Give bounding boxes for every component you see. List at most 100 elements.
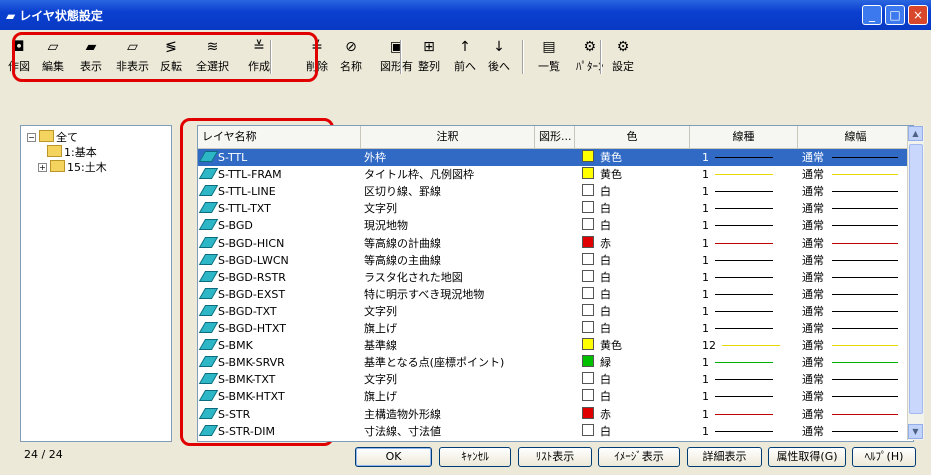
cell-linewidth[interactable]: 通常 bbox=[802, 337, 912, 354]
column-header-name[interactable]: レイヤ名称 bbox=[198, 126, 361, 148]
cell-linewidth[interactable]: 通常 bbox=[802, 166, 912, 183]
table-row[interactable]: S-TTL-LINE 区切り線、罫線 白 1 通常 bbox=[198, 183, 913, 200]
cell-linewidth[interactable]: 通常 bbox=[802, 235, 912, 252]
table-row[interactable]: S-BMK-HTXT 旗上げ 白 1 通常 bbox=[198, 388, 913, 405]
maximize-button[interactable]: □ bbox=[885, 5, 905, 25]
cell-linetype[interactable]: 1 bbox=[702, 354, 796, 371]
cell-color[interactable]: 白 bbox=[582, 252, 687, 269]
cancel-button[interactable]: ｷｬﾝｾﾙ bbox=[439, 447, 511, 467]
table-row[interactable]: S-BGD 現況地物 白 1 通常 bbox=[198, 217, 913, 234]
close-button[interactable]: × bbox=[908, 5, 928, 25]
column-header-linetype[interactable]: 線種 bbox=[690, 126, 798, 148]
table-row[interactable]: S-TTL-TXT 文字列 白 1 通常 bbox=[198, 200, 913, 217]
column-header-color[interactable]: 色 bbox=[575, 126, 690, 148]
cell-linewidth[interactable]: 通常 bbox=[802, 354, 912, 371]
image-view-button[interactable]: ｲﾒｰｼﾞ表示 bbox=[598, 447, 680, 467]
cell-color[interactable]: 白 bbox=[582, 388, 687, 405]
cell-linetype[interactable]: 1 bbox=[702, 235, 796, 252]
cell-linetype[interactable]: 1 bbox=[702, 371, 796, 388]
table-row[interactable]: S-BGD-LWCN 等高線の主曲線 白 1 通常 bbox=[198, 252, 913, 269]
tool-name[interactable]: ⊘ 名称 bbox=[340, 38, 362, 74]
tool-back[interactable]: ↓ 後へ bbox=[488, 38, 510, 74]
cell-color[interactable]: 白 bbox=[582, 303, 687, 320]
cell-color[interactable]: 黄色 bbox=[582, 337, 687, 354]
cell-linewidth[interactable]: 通常 bbox=[802, 269, 912, 286]
tool-settings[interactable]: ⚙ 設定 bbox=[612, 38, 634, 74]
cell-linewidth[interactable]: 通常 bbox=[802, 423, 912, 440]
help-button[interactable]: ﾍﾙﾌﾟ(H) bbox=[852, 447, 916, 467]
scroll-up-button[interactable]: ▲ bbox=[908, 126, 923, 141]
list-view-button[interactable]: ﾘｽﾄ表示 bbox=[518, 447, 592, 467]
tool-sort[interactable]: ⊞ 整列 bbox=[418, 38, 440, 74]
cell-linewidth[interactable]: 通常 bbox=[802, 320, 912, 337]
cell-linetype[interactable]: 1 bbox=[702, 286, 796, 303]
cell-linetype[interactable]: 1 bbox=[702, 388, 796, 405]
column-header-note[interactable]: 注釈 bbox=[361, 126, 535, 148]
tree-item-civil[interactable]: +15:土木 bbox=[38, 159, 107, 175]
ok-button[interactable]: OK bbox=[355, 447, 432, 467]
detail-view-button[interactable]: 詳細表示 bbox=[687, 447, 762, 467]
table-row[interactable]: S-BGD-HICN 等高線の計曲線 赤 1 通常 bbox=[198, 235, 913, 252]
cell-color[interactable]: 白 bbox=[582, 217, 687, 234]
cell-color[interactable]: 赤 bbox=[582, 235, 687, 252]
cell-linewidth[interactable]: 通常 bbox=[802, 217, 912, 234]
cell-linetype[interactable]: 1 bbox=[702, 149, 796, 166]
cell-linewidth[interactable]: 通常 bbox=[802, 252, 912, 269]
table-row[interactable]: S-BGD-EXST 特に明示すべき現況地物 白 1 通常 bbox=[198, 286, 913, 303]
cell-color[interactable]: 緑 bbox=[582, 354, 687, 371]
cell-linewidth[interactable]: 通常 bbox=[802, 303, 912, 320]
cell-color[interactable]: 黄色 bbox=[582, 166, 687, 183]
table-row[interactable]: S-BGD-TXT 文字列 白 1 通常 bbox=[198, 303, 913, 320]
cell-linewidth[interactable]: 通常 bbox=[802, 183, 912, 200]
cell-color[interactable]: 白 bbox=[582, 423, 687, 440]
cell-color[interactable]: 白 bbox=[582, 200, 687, 217]
table-row[interactable]: S-TTL-FRAM タイトル枠、凡例図枠 黄色 1 通常 bbox=[198, 166, 913, 183]
expand-icon[interactable]: + bbox=[38, 163, 47, 172]
table-row[interactable]: S-BGD-HTXT 旗上げ 白 1 通常 bbox=[198, 320, 913, 337]
cell-linetype[interactable]: 1 bbox=[702, 217, 796, 234]
minimize-button[interactable]: _ bbox=[862, 5, 882, 25]
table-row[interactable]: S-BMK 基準線 黄色 12 通常 bbox=[198, 337, 913, 354]
table-row[interactable]: S-STR-DIM 寸法線、寸法値 白 1 通常 bbox=[198, 423, 913, 440]
tool-forward[interactable]: ↑ 前へ bbox=[454, 38, 476, 74]
cell-linetype[interactable]: 1 bbox=[702, 423, 796, 440]
cell-color[interactable]: 白 bbox=[582, 183, 687, 200]
cell-linetype[interactable]: 1 bbox=[702, 200, 796, 217]
cell-linetype[interactable]: 1 bbox=[702, 183, 796, 200]
cell-linetype[interactable]: 12 bbox=[702, 337, 796, 354]
cell-linewidth[interactable]: 通常 bbox=[802, 406, 912, 423]
cell-linewidth[interactable]: 通常 bbox=[802, 388, 912, 405]
cell-linetype[interactable]: 1 bbox=[702, 320, 796, 337]
table-row[interactable]: S-BMK-SRVR 基準となる点(座標ポイント) 緑 1 通常 bbox=[198, 354, 913, 371]
cell-linetype[interactable]: 1 bbox=[702, 166, 796, 183]
collapse-icon[interactable]: − bbox=[27, 133, 36, 142]
scroll-thumb[interactable] bbox=[909, 144, 923, 414]
table-row[interactable]: S-STR 主構造物外形線 赤 1 通常 bbox=[198, 406, 913, 423]
cell-color[interactable]: 白 bbox=[582, 371, 687, 388]
cell-color[interactable]: 白 bbox=[582, 269, 687, 286]
cell-color[interactable]: 白 bbox=[582, 286, 687, 303]
get-attributes-button[interactable]: 属性取得(G) bbox=[768, 447, 846, 467]
cell-color[interactable]: 黄色 bbox=[582, 149, 687, 166]
cell-color[interactable]: 赤 bbox=[582, 406, 687, 423]
scroll-down-button[interactable]: ▼ bbox=[908, 424, 923, 439]
cell-linewidth[interactable]: 通常 bbox=[802, 371, 912, 388]
cell-color[interactable]: 白 bbox=[582, 320, 687, 337]
column-header-figure[interactable]: 図形... bbox=[535, 126, 575, 148]
tool-list[interactable]: ▤ 一覧 bbox=[538, 38, 560, 74]
cell-linetype[interactable]: 1 bbox=[702, 406, 796, 423]
cell-linewidth[interactable]: 通常 bbox=[802, 200, 912, 217]
cell-linetype[interactable]: 1 bbox=[702, 303, 796, 320]
table-vertical-scrollbar[interactable]: ▲ ▼ bbox=[907, 126, 924, 440]
tree-item-basic[interactable]: 1:基本 bbox=[47, 144, 97, 160]
table-row[interactable]: S-TTL 外枠 黄色 1 通常 bbox=[198, 149, 913, 166]
cell-linewidth[interactable]: 通常 bbox=[802, 149, 912, 166]
tree-item-all[interactable]: − 全て bbox=[27, 129, 78, 145]
cell-linewidth[interactable]: 通常 bbox=[802, 286, 912, 303]
table-row[interactable]: S-BMK-TXT 文字列 白 1 通常 bbox=[198, 371, 913, 388]
table-row[interactable]: S-BGD-RSTR ラスタ化された地図 白 1 通常 bbox=[198, 269, 913, 286]
cell-linetype[interactable]: 1 bbox=[702, 269, 796, 286]
column-header-linewidth[interactable]: 線幅 bbox=[798, 126, 913, 148]
tool-figure-exists[interactable]: ▣ 図形有 bbox=[380, 38, 413, 74]
cell-linetype[interactable]: 1 bbox=[702, 252, 796, 269]
